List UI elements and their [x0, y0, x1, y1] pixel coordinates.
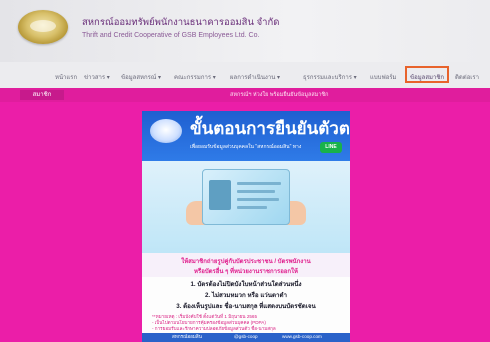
- site-header: สหกรณ์ออมทรัพย์พนักงานธนาคารออมสิน จำกัด…: [0, 0, 490, 62]
- website-link[interactable]: www.gsb-coop.com: [282, 334, 322, 339]
- content-topbar: สมาชิก สหกรณ์ฯ ห่วงใย พร้อมยืนยันข้อมูลส…: [0, 88, 490, 102]
- poster-highlight: ให้สมาชิกถ่ายรูปคู่กับบัตรประชาชน / บัตร…: [142, 253, 350, 277]
- id-card-line: [237, 206, 267, 209]
- nav-item-services[interactable]: ธุรกรรมและบริการ ▾: [303, 72, 357, 82]
- poster-header: ขั้นตอนการยืนยันตัวตน เพื่อยอมรับข้อมูลส…: [142, 111, 350, 161]
- poster-footer: สหกรณ์ออมสิน @gsb-coop www.gsb-coop.com: [142, 333, 350, 342]
- step-3: 3. ต้องเห็นรูปและ ชื่อ-นามสกุล ที่แสดงบน…: [176, 303, 316, 310]
- id-card-line: [237, 182, 281, 185]
- breadcrumb: สหกรณ์ฯ ห่วงใย พร้อมยืนยันข้อมูลสมาชิก: [230, 92, 329, 98]
- nav-item-committee[interactable]: คณะกรรมการ ▾: [174, 72, 216, 82]
- step-1: 1. บัตรต้องไม่ปิดบังใบหน้าส่วนใดส่วนหนึ่…: [190, 281, 302, 288]
- main-navigation: หน้าแรก ข่าวสาร ▾ ข้อมูลสหกรณ์ ▾ คณะกรรม…: [0, 62, 490, 88]
- highlight-line-2: หรือบัตรอื่น ๆ ที่หน่วยงานราชการออกให้: [194, 269, 298, 275]
- site-title-english: Thrift and Credit Cooperative of GSB Emp…: [82, 32, 260, 39]
- step-2: 2. ไม่สวมหมวก หรือ แว่นตาดำ: [204, 292, 287, 299]
- tab-member[interactable]: สมาชิก: [20, 90, 64, 100]
- line-id-link[interactable]: @gsb-coop: [234, 334, 258, 339]
- id-card-photo: [209, 180, 231, 210]
- coop-emblem-icon: [150, 119, 182, 143]
- id-card-line: [237, 190, 275, 193]
- nav-item-news[interactable]: ข่าวสาร ▾: [84, 72, 110, 82]
- nav-item-home[interactable]: หน้าแรก: [55, 72, 77, 82]
- facebook-link[interactable]: สหกรณ์ออมสิน: [172, 334, 202, 341]
- id-card-line: [237, 198, 279, 201]
- nav-item-member-info[interactable]: ข้อมูลสมาชิก: [405, 66, 450, 83]
- id-card-icon: [202, 169, 290, 225]
- page-frame: สหกรณ์ออมทรัพย์พนักงานธนาคารออมสิน จำกัด…: [0, 0, 490, 342]
- cooperative-logo[interactable]: [18, 10, 68, 44]
- identity-verification-poster: ขั้นตอนการยืนยันตัวตน เพื่อยอมรับข้อมูลส…: [142, 111, 350, 342]
- id-card-illustration: [142, 161, 350, 253]
- site-title-thai: สหกรณ์ออมทรัพย์พนักงานธนาคารออมสิน จำกัด: [82, 17, 280, 28]
- highlight-line-1: ให้สมาชิกถ่ายรูปคู่กับบัตรประชาชน / บัตร…: [181, 259, 311, 265]
- nav-item-coop-info[interactable]: ข้อมูลสหกรณ์ ▾: [121, 72, 161, 82]
- nav-item-contact[interactable]: ติดต่อเรา: [455, 72, 479, 82]
- note-3: - การยอมรับและรักษาความปลอดภัยข้อมูลส่วน…: [152, 326, 276, 331]
- poster-subtitle: เพื่อยอมรับข้อมูลส่วนบุคคลใน "สหกรณ์ออมส…: [190, 144, 302, 150]
- nav-item-forms[interactable]: แบบฟอร์ม: [370, 72, 397, 82]
- nav-item-performance[interactable]: ผลการดำเนินงาน ▾: [230, 72, 280, 82]
- poster-title: ขั้นตอนการยืนยันตัวตน: [190, 119, 350, 138]
- steps-list: 1. บัตรต้องไม่ปิดบังใบหน้าส่วนใดส่วนหนึ่…: [142, 277, 350, 313]
- line-badge: LINE: [320, 142, 342, 153]
